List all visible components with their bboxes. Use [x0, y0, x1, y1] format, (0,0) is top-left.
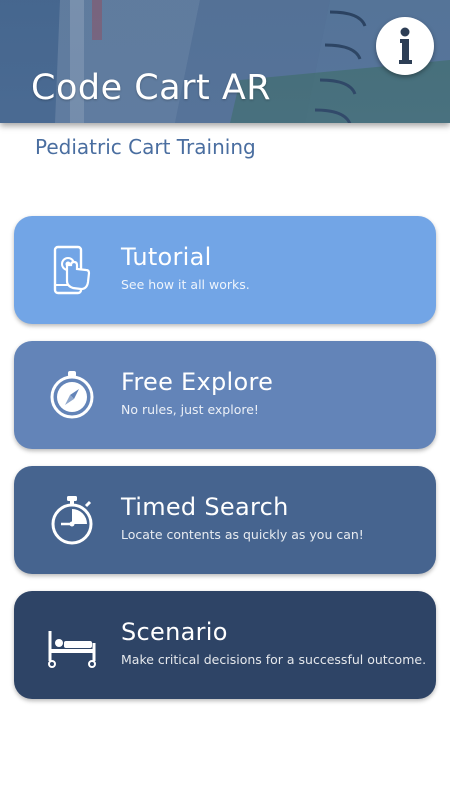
tutorial-description: See how it all works.	[121, 277, 250, 292]
free-explore-description: No rules, just explore!	[121, 402, 259, 417]
page-subtitle: Pediatric Cart Training	[35, 135, 256, 159]
header-banner: Code Cart AR	[0, 0, 450, 123]
mode-menu: Tutorial See how it all works. Free Expl…	[14, 216, 436, 716]
timed-search-button[interactable]: Timed Search Locate contents as quickly …	[14, 466, 436, 574]
scenario-description: Make critical decisions for a successful…	[121, 652, 427, 667]
info-button[interactable]	[376, 17, 434, 75]
timed-search-label: Timed Search	[121, 493, 289, 521]
stopwatch-icon	[46, 494, 98, 546]
tutorial-button[interactable]: Tutorial See how it all works.	[14, 216, 436, 324]
info-icon	[399, 27, 412, 64]
app-screen: Code Cart AR Pediatric Cart Training Tut…	[0, 0, 450, 800]
tablet-touch-icon	[46, 244, 98, 296]
hospital-bed-icon	[46, 619, 98, 671]
scenario-button[interactable]: Scenario Make critical decisions for a s…	[14, 591, 436, 699]
tutorial-label: Tutorial	[121, 243, 212, 271]
scenario-label: Scenario	[121, 618, 228, 646]
free-explore-button[interactable]: Free Explore No rules, just explore!	[14, 341, 436, 449]
timed-search-description: Locate contents as quickly as you can!	[121, 527, 364, 542]
free-explore-label: Free Explore	[121, 368, 274, 396]
compass-icon	[46, 369, 98, 421]
app-title: Code Cart AR	[31, 68, 272, 108]
